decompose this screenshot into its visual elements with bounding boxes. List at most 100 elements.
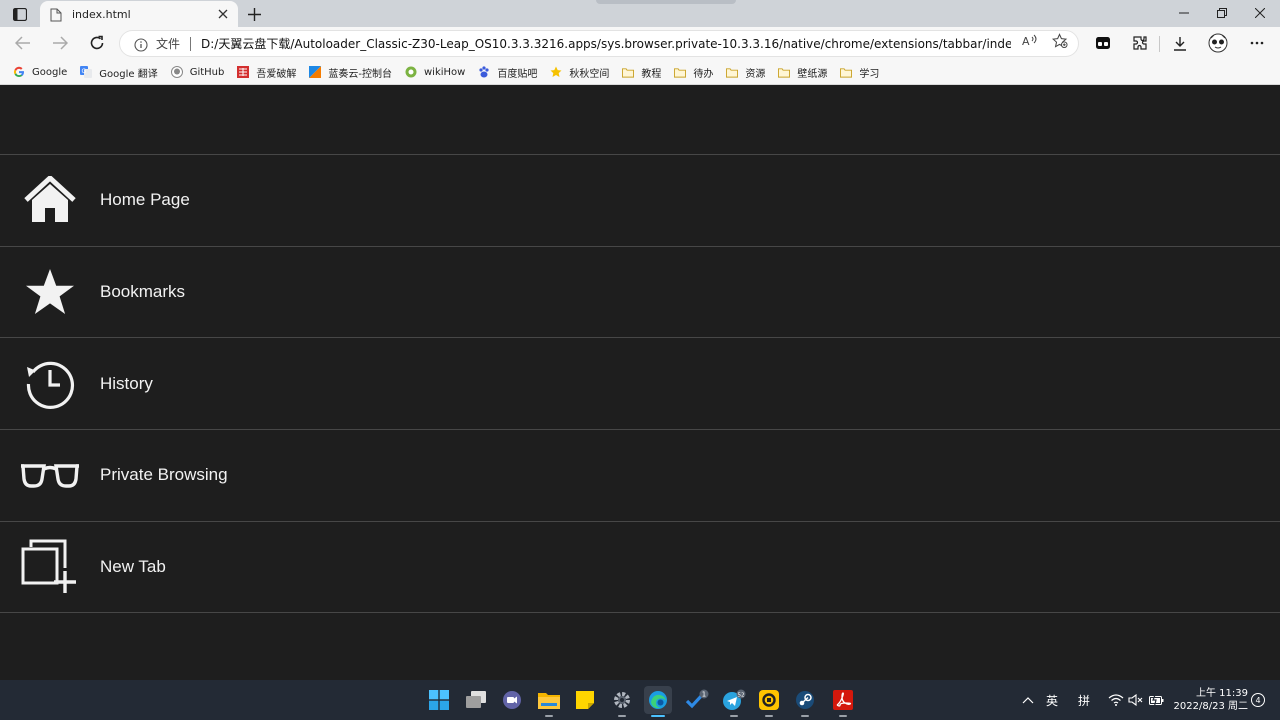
bookmark-52pojie[interactable]: 吾爱破解 (234, 62, 302, 82)
sticky-notes-icon[interactable] (571, 686, 599, 714)
task-view-icon[interactable] (462, 686, 490, 714)
toolbar-divider (1159, 36, 1160, 52)
tabbar-menu: Home Page Bookmarks History Private Brow… (0, 154, 1280, 614)
new-tab-button[interactable] (244, 4, 264, 24)
bookmark-tieba[interactable]: 百度贴吧 (475, 62, 543, 82)
extensions-icon[interactable] (1129, 32, 1151, 54)
taskbar: 1 52 英 拼 上午 11:39 2022/8/23 周二 (0, 680, 1280, 720)
lanzou-icon (309, 66, 322, 78)
forward-icon[interactable] (48, 31, 72, 55)
bookmark-label: wikiHow (423, 66, 466, 78)
bookmark-label: 教程 (641, 68, 662, 80)
bookmarks-bar: Google G Google 翻译 GitHub 吾爱破解 蓝奏云-控制台 w… (0, 60, 1280, 85)
bookmark-folder[interactable]: 待办 (671, 62, 719, 82)
bookmark-google[interactable]: Google (10, 62, 73, 82)
bookmark-label: 百度贴吧 (497, 68, 538, 80)
52pojie-icon (237, 66, 250, 78)
menu-item-home-page[interactable]: Home Page (0, 155, 1280, 247)
edge-browser-icon[interactable] (644, 686, 672, 717)
browser-tab[interactable]: index.html (40, 1, 238, 27)
todo-icon[interactable]: 1 (683, 686, 711, 714)
address-bar[interactable]: 文件 D:/天翼云盘下载/Autoloader_Classic-Z30-Leap… (119, 30, 1079, 57)
file-explorer-icon[interactable] (535, 686, 563, 717)
scheme-divider (190, 36, 192, 51)
bookmark-folder[interactable]: 学习 (837, 62, 885, 82)
volume-muted-icon[interactable] (1128, 680, 1143, 720)
wifi-icon[interactable] (1108, 680, 1124, 720)
minimize-icon[interactable] (1174, 3, 1194, 23)
telegram-icon[interactable]: 52 (720, 686, 748, 717)
scheme-label: 文件 (156, 37, 181, 51)
bookmark-github[interactable]: GitHub (168, 62, 231, 82)
history-icon (20, 354, 80, 414)
menu-item-label: Private Browsing (100, 465, 228, 485)
glasses-icon (20, 445, 80, 505)
folder-icon (778, 66, 791, 78)
steam-icon[interactable] (791, 686, 819, 717)
bookmark-folder[interactable]: 壁纸源 (775, 62, 833, 82)
back-icon[interactable] (11, 31, 35, 55)
bookmark-lanzou[interactable]: 蓝奏云-控制台 (306, 62, 398, 82)
settings-icon[interactable] (608, 686, 636, 717)
bookmark-wikihow[interactable]: wikiHow (402, 62, 471, 82)
bookmark-google-translate[interactable]: G Google 翻译 (77, 62, 163, 82)
folder-icon (840, 66, 853, 78)
lanzou-app-icon[interactable] (755, 686, 783, 717)
read-aloud-icon[interactable]: A (1022, 33, 1038, 49)
show-hidden-icons[interactable] (1022, 680, 1034, 720)
ime-language[interactable]: 英 (1046, 680, 1058, 720)
menu-item-label: Bookmarks (100, 282, 186, 302)
folder-icon (674, 66, 687, 78)
more-menu-icon[interactable] (1246, 32, 1268, 54)
window-drag-handle[interactable] (596, 0, 736, 4)
tab-actions-icon[interactable] (10, 5, 30, 23)
menu-item-new-tab[interactable]: New Tab (0, 522, 1280, 614)
system-clock[interactable]: 上午 11:39 2022/8/23 周二 (1172, 687, 1248, 713)
battery-icon[interactable] (1149, 680, 1164, 720)
add-favorite-icon[interactable] (1052, 33, 1068, 49)
bookmark-label: 资源 (745, 68, 766, 80)
start-icon[interactable] (425, 686, 453, 714)
bookmark-folder[interactable]: 资源 (723, 62, 771, 82)
github-icon (170, 66, 183, 78)
menu-item-label: History (100, 373, 153, 393)
info-icon[interactable] (134, 37, 148, 52)
menu-item-label: Home Page (100, 190, 190, 210)
tab-title: index.html (72, 7, 131, 21)
bookmark-label: GitHub (189, 66, 225, 78)
downloads-icon[interactable] (1169, 32, 1191, 54)
svg-text:G: G (82, 68, 87, 75)
bookmark-folder[interactable]: 教程 (619, 62, 667, 82)
file-icon (50, 7, 62, 22)
refresh-icon[interactable] (85, 31, 109, 55)
clock-date: 2022/8/23 周二 (1173, 701, 1248, 712)
menu-item-bookmarks[interactable]: Bookmarks (0, 247, 1280, 339)
url-text[interactable]: D:/天翼云盘下载/Autoloader_Classic-Z30-Leap_OS… (201, 35, 1011, 52)
close-window-icon[interactable] (1250, 3, 1270, 23)
bookmark-label: Google 翻译 (99, 68, 158, 80)
bookmark-label: Google (32, 66, 68, 78)
menu-item-private-browsing[interactable]: Private Browsing (0, 430, 1280, 522)
ime-mode[interactable]: 拼 (1078, 680, 1090, 720)
bookmark-label: 吾爱破解 (256, 68, 297, 80)
bookmark-qzone[interactable]: 秋秋空间 (547, 62, 615, 82)
restore-icon[interactable] (1212, 3, 1232, 23)
chat-icon[interactable] (498, 686, 526, 714)
pdf-reader-icon[interactable] (829, 686, 857, 717)
notification-center-badge[interactable]: 4 (1251, 693, 1265, 707)
telegram-badge: 52 (738, 692, 745, 698)
menu-item-history[interactable]: History (0, 338, 1280, 431)
bookmark-label: 秋秋空间 (569, 68, 610, 80)
bookmark-label: 学习 (859, 68, 880, 80)
browser-toolbar: 文件 D:/天翼云盘下载/Autoloader_Classic-Z30-Leap… (0, 27, 1280, 60)
google-icon (13, 66, 25, 78)
extension-icon[interactable] (1092, 32, 1114, 54)
tieba-icon (478, 66, 490, 78)
clock-time: 上午 11:39 (1196, 688, 1248, 699)
star-icon (20, 262, 80, 322)
menu-item-label: New Tab (100, 557, 166, 577)
close-tab-icon[interactable] (216, 7, 230, 21)
qzone-icon (550, 66, 562, 78)
home-icon (20, 170, 80, 230)
profile-avatar-icon[interactable] (1207, 32, 1229, 54)
